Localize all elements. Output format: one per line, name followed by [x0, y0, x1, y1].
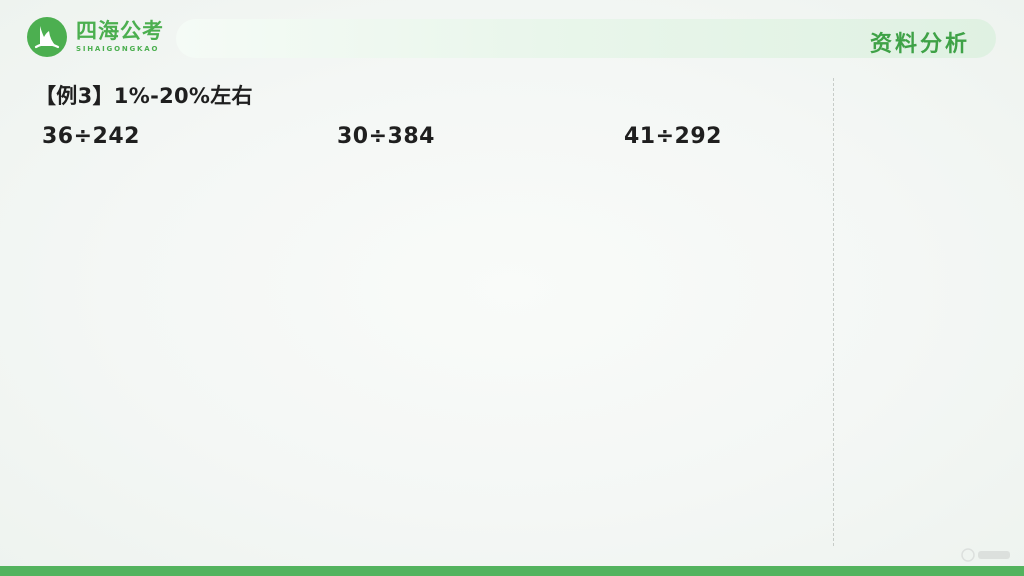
- section-title-bar: 资料分析: [176, 19, 996, 58]
- example-heading: 【例3】1%-20%左右: [35, 84, 253, 108]
- sail-logo-icon: [27, 17, 67, 57]
- brand-logo: 四海公考 SIHAIGONGKAO: [26, 16, 164, 58]
- formula-2: 30÷384: [337, 124, 435, 149]
- watermark-icon: [961, 548, 1010, 562]
- formula-3: 41÷292: [624, 124, 722, 149]
- section-title: 资料分析: [869, 32, 970, 57]
- brand-text: 四海公考 SIHAIGONGKAO: [76, 21, 164, 53]
- top-header: 四海公考 SIHAIGONGKAO 资料分析: [0, 0, 1024, 72]
- formula-1: 36÷242: [42, 124, 140, 149]
- dashed-divider: [833, 78, 834, 546]
- bottom-bar: [0, 566, 1024, 576]
- brand-name-en: SIHAIGONGKAO: [76, 45, 160, 53]
- slide-page: 四海公考 SIHAIGONGKAO 资料分析 【例3】1%-20%左右 36÷2…: [0, 0, 1024, 576]
- brand-name-cn: 四海公考: [76, 19, 164, 43]
